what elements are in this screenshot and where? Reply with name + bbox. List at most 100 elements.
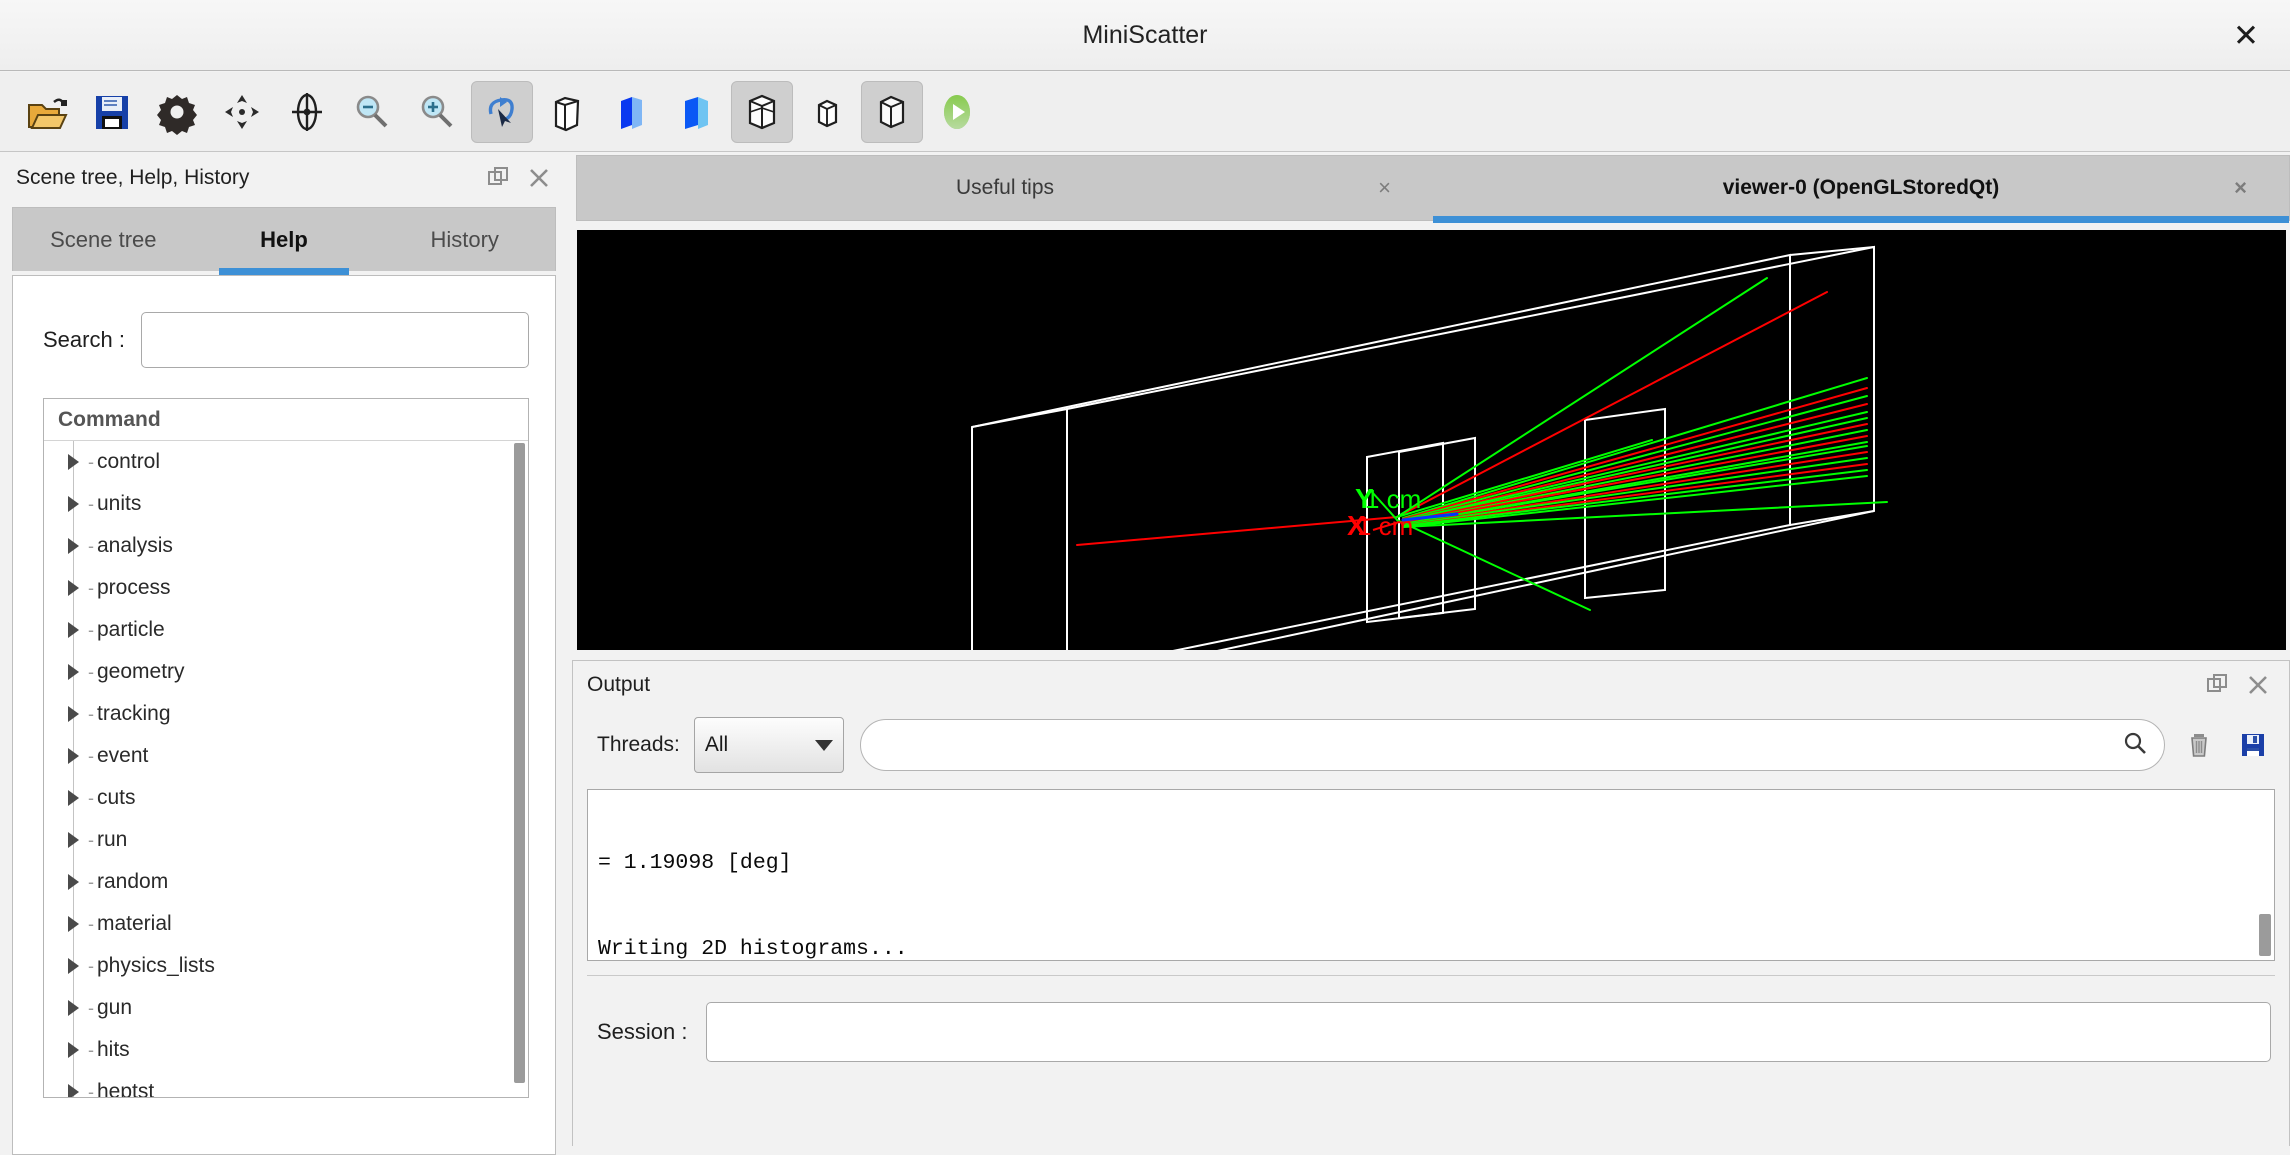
chevron-right-icon[interactable] (68, 622, 79, 638)
close-icon[interactable] (2243, 670, 2273, 700)
wireframe-cube-icon[interactable] (536, 81, 598, 143)
tree-item-label: heptst (97, 1080, 155, 1098)
chevron-right-icon[interactable] (68, 580, 79, 596)
tree-item-cuts[interactable]: - cuts (44, 777, 528, 819)
tab-useful-tips[interactable]: Useful tips × (577, 156, 1433, 220)
tree-scrollbar[interactable] (514, 443, 525, 1083)
zoom-out-icon[interactable] (341, 81, 403, 143)
chevron-right-icon[interactable] (68, 1084, 79, 1097)
search-icon[interactable] (2122, 730, 2148, 761)
chevron-right-icon[interactable] (68, 748, 79, 764)
chevron-right-icon[interactable] (68, 454, 79, 470)
tree-item-gun[interactable]: - gun (44, 987, 528, 1029)
svg-text:1 cm: 1 cm (1365, 484, 1421, 514)
pick-icon[interactable] (471, 80, 533, 143)
output-console[interactable]: = 1.19098 [deg] Writing 2D histograms...… (587, 789, 2275, 961)
tab-history[interactable]: History (374, 208, 555, 271)
tree-item-label: geometry (97, 660, 185, 683)
tree-item-event[interactable]: - event (44, 735, 528, 777)
left-dock-tabbar: Scene tree Help History (12, 207, 556, 275)
tree-item-label: event (97, 744, 149, 767)
left-dock-header: Scene tree, Help, History (0, 153, 568, 203)
chevron-right-icon[interactable] (68, 1042, 79, 1058)
help-search-row: Search : (13, 276, 555, 368)
hidden-line-cube-icon[interactable] (601, 81, 663, 143)
left-dock-title: Scene tree, Help, History (16, 166, 250, 189)
tree-item-units[interactable]: - units (44, 483, 528, 525)
viewer-tabbar: Useful tips × viewer-0 (OpenGLStoredQt) … (576, 155, 2290, 223)
tree-item-tracking[interactable]: - tracking (44, 693, 528, 735)
tree-item-control[interactable]: - control (44, 441, 528, 483)
tree-connector: - (88, 619, 94, 640)
save-file-icon[interactable] (81, 81, 143, 143)
tree-item-geometry[interactable]: - geometry (44, 651, 528, 693)
tree-list: - control - units - analysis - process -… (44, 441, 528, 1098)
rotate-target-icon[interactable] (276, 81, 338, 143)
opengl-viewport[interactable]: Y 1 cm X 1 cm (577, 230, 2286, 650)
ortho-cube-icon[interactable] (796, 81, 858, 143)
tree-column-header: Command (44, 399, 528, 441)
tree-item-label: particle (97, 618, 165, 641)
surface-cube-icon[interactable] (666, 81, 728, 143)
chevron-right-icon[interactable] (68, 916, 79, 932)
tree-item-label: cuts (97, 786, 136, 809)
save-icon[interactable] (2233, 725, 2273, 765)
tree-item-label: analysis (97, 534, 173, 557)
tree-item-analysis[interactable]: - analysis (44, 525, 528, 567)
gear-icon[interactable] (146, 81, 208, 143)
perspective-cube-icon[interactable] (731, 80, 793, 143)
tree-item-label: gun (97, 996, 133, 1019)
bounding-box-icon[interactable] (861, 80, 923, 143)
tree-item-label: random (97, 870, 169, 893)
tree-connector: - (88, 493, 94, 514)
tab-close-icon[interactable]: × (2234, 175, 2247, 201)
console-scrollbar[interactable] (2259, 914, 2271, 956)
chevron-right-icon[interactable] (68, 706, 79, 722)
chevron-right-icon[interactable] (68, 664, 79, 680)
chevron-right-icon[interactable] (68, 538, 79, 554)
zoom-in-icon[interactable] (406, 81, 468, 143)
tree-item-run[interactable]: - run (44, 819, 528, 861)
chevron-right-icon[interactable] (68, 496, 79, 512)
output-dock: Output Threads: All = 1.19098 [deg] Writ… (572, 660, 2290, 1146)
tab-label: Useful tips (955, 176, 1055, 199)
run-beam-icon[interactable] (926, 81, 988, 143)
open-file-icon[interactable] (16, 81, 78, 143)
move-icon[interactable] (211, 81, 273, 143)
output-filter-field[interactable] (859, 719, 2165, 771)
tree-item-material[interactable]: - material (44, 903, 528, 945)
tree-connector: - (88, 913, 94, 934)
output-filter-input[interactable] (876, 733, 2122, 757)
chevron-right-icon[interactable] (68, 832, 79, 848)
chevron-right-icon[interactable] (68, 1000, 79, 1016)
float-icon[interactable] (484, 163, 514, 193)
chevron-right-icon[interactable] (68, 958, 79, 974)
chevron-right-icon[interactable] (68, 874, 79, 890)
chevron-right-icon[interactable] (68, 790, 79, 806)
help-search-label: Search : (43, 327, 125, 352)
tab-close-icon[interactable]: × (1378, 175, 1391, 201)
tab-scene-tree[interactable]: Scene tree (13, 208, 194, 271)
threads-select[interactable]: All (693, 717, 844, 773)
help-search-input[interactable] (140, 312, 529, 368)
float-icon[interactable] (2203, 670, 2233, 700)
tree-item-hits[interactable]: - hits (44, 1029, 528, 1071)
window-close-button[interactable]: ✕ (2224, 13, 2268, 57)
tree-item-process[interactable]: - process (44, 567, 528, 609)
tab-help[interactable]: Help (194, 208, 375, 275)
tab-viewer-0[interactable]: viewer-0 (OpenGLStoredQt) × (1433, 156, 2289, 223)
tree-connector: - (88, 703, 94, 724)
tree-connector: - (88, 577, 94, 598)
help-command-tree: Command - control - units - analysis - p… (43, 398, 529, 1098)
close-icon[interactable] (524, 163, 554, 193)
tree-item-label: process (97, 576, 171, 599)
session-input[interactable] (705, 1002, 2271, 1062)
tree-item-random[interactable]: - random (44, 861, 528, 903)
console-line: Writing 2D histograms... (598, 936, 908, 961)
trash-icon[interactable] (2179, 725, 2219, 765)
tree-item-particle[interactable]: - particle (44, 609, 528, 651)
tab-label: viewer-0 (OpenGLStoredQt) (1722, 176, 2000, 199)
tree-item-physics-lists[interactable]: - physics_lists (44, 945, 528, 987)
tree-item-label: control (97, 450, 161, 473)
tree-item-heptst[interactable]: - heptst (44, 1071, 528, 1098)
